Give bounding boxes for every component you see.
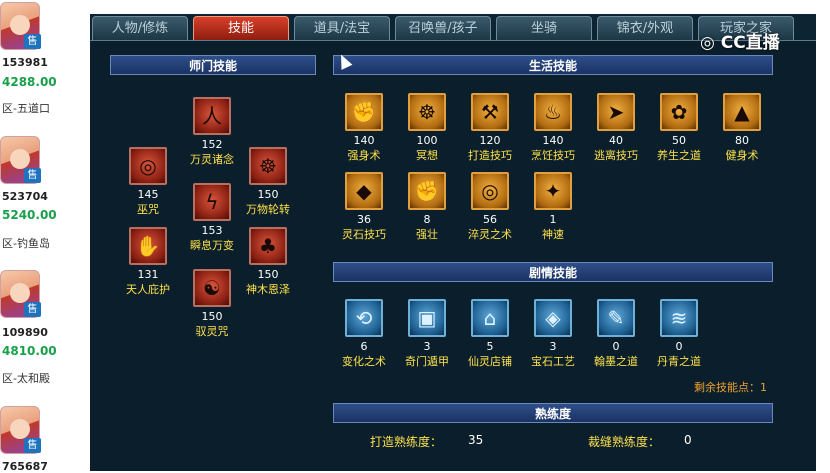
skills-panel: 师门技能 生活技能 剧情技能 熟练度 人 152 万灵诸念 ◎ 145 巫咒 ☸ 150 万物轮…: [90, 40, 816, 471]
scroll-icon[interactable]: ≋: [660, 299, 698, 337]
tab-pets[interactable]: 召唤兽/孩子: [395, 16, 491, 40]
sell-badge: 售: [24, 302, 41, 317]
tab-character[interactable]: 人物/修炼: [92, 16, 188, 40]
skill-name: 丹青之道: [657, 355, 701, 368]
section-header-school: 师门技能: [110, 55, 316, 75]
lightning-icon[interactable]: ϟ: [193, 183, 231, 221]
forge-proficiency-value: 35: [468, 433, 484, 447]
watermark-text: CC直播: [720, 33, 780, 53]
tornado-icon[interactable]: ◎: [471, 172, 509, 210]
skill-name: 巫咒: [137, 203, 159, 216]
remaining-points: 剩余技能点：1: [694, 381, 767, 394]
tailor-proficiency-label: 裁缝熟练度：: [588, 435, 661, 449]
skill-level: 152: [201, 138, 223, 151]
sell-badge: 售: [24, 438, 41, 453]
transform-icon[interactable]: ⟲: [345, 299, 383, 337]
spiral-icon[interactable]: ◎: [129, 147, 167, 185]
skill-level: 145: [137, 188, 159, 201]
kneeling-figure-icon[interactable]: 人: [193, 97, 231, 135]
listing-id: 153981: [2, 56, 48, 69]
sell-badge: 售: [24, 34, 41, 49]
run-icon[interactable]: ➤: [597, 93, 635, 131]
skill-name: 万灵诸念: [190, 153, 234, 166]
muscle-icon[interactable]: ✊: [345, 93, 383, 131]
strength-icon[interactable]: ✊: [408, 172, 446, 210]
game-window: 人物/修炼 技能 道具/法宝 召唤兽/孩子 坐骑 锦衣/外观 玩家之家 师门技能…: [90, 14, 816, 471]
cooking-icon[interactable]: ♨: [534, 93, 572, 131]
listing-server: 区-太和殿: [2, 372, 50, 385]
listing-price: 4288.00: [2, 75, 57, 89]
listing-item[interactable]: 售 109890 4810.00 区-太和殿: [0, 268, 88, 398]
tab-outfits[interactable]: 锦衣/外观: [597, 16, 693, 40]
section-header-proficiency: 熟练度: [333, 403, 773, 423]
skill-name: 神木恩泽: [246, 283, 290, 296]
listing-item[interactable]: 售 153981 4288.00 区-五道口: [0, 0, 88, 130]
shop-icon[interactable]: ⌂: [471, 299, 509, 337]
listing-server: 区-五道口: [2, 102, 50, 115]
listing-price: 4810.00: [2, 344, 57, 358]
skill-level: 1: [549, 213, 557, 226]
skill-level: 131: [137, 268, 159, 281]
listing-server: 区-钓鱼岛: [2, 237, 50, 250]
wheel-icon[interactable]: ☸: [249, 147, 287, 185]
skill-level: 150: [201, 310, 223, 323]
herb-icon[interactable]: ✿: [660, 93, 698, 131]
skill-name: 万物轮转: [246, 203, 290, 216]
skill-level: 153: [201, 224, 223, 237]
skill-name: 健身术: [725, 149, 759, 162]
cc-logo-icon: ◎: [700, 33, 715, 53]
skill-level: 0: [675, 340, 683, 353]
forge-proficiency-label: 打造熟练度：: [370, 435, 443, 449]
section-header-plot: 剧情技能: [333, 262, 773, 282]
speed-icon[interactable]: ✦: [534, 172, 572, 210]
tree-icon[interactable]: ♣: [249, 227, 287, 265]
brush-icon[interactable]: ✎: [597, 299, 635, 337]
skill-level: 150: [257, 268, 279, 281]
skill-name: 瞬息万变: [190, 239, 234, 252]
tab-skills[interactable]: 技能: [193, 16, 289, 40]
skill-level: 150: [257, 188, 279, 201]
listing-price: 5240.00: [2, 208, 57, 222]
fitness-icon[interactable]: ▲: [723, 93, 761, 131]
jewel-icon[interactable]: ◈: [534, 299, 572, 337]
skill-name: 神速: [542, 228, 564, 241]
listing-id: 523704: [2, 190, 48, 203]
sell-badge: 售: [24, 168, 41, 183]
listing-item[interactable]: 售 523704 5240.00 区-钓鱼岛: [0, 134, 88, 264]
listing-item[interactable]: 售 765687: [0, 404, 88, 473]
tab-mounts[interactable]: 坐骑: [496, 16, 592, 40]
cc-live-watermark: ◎ CC直播: [700, 28, 780, 53]
skill-name: 驭灵咒: [195, 325, 229, 338]
skill-name: 天人庇护: [126, 283, 170, 296]
tailor-proficiency-value: 0: [684, 433, 692, 447]
skill-level: 80: [735, 134, 749, 147]
spirit-icon[interactable]: ☯: [193, 269, 231, 307]
hammer-icon[interactable]: ⚒: [471, 93, 509, 131]
section-header-life: 生活技能: [333, 55, 773, 75]
listing-id: 765687: [2, 460, 48, 473]
hands-icon[interactable]: ✋: [129, 227, 167, 265]
listing-sidebar: 售 153981 4288.00 区-五道口 售 523704 5240.00 …: [0, 0, 88, 473]
gem-icon[interactable]: ◆: [345, 172, 383, 210]
listing-id: 109890: [2, 326, 48, 339]
meditation-icon[interactable]: ☸: [408, 93, 446, 131]
maze-icon[interactable]: ▣: [408, 299, 446, 337]
tab-items[interactable]: 道具/法宝: [294, 16, 390, 40]
